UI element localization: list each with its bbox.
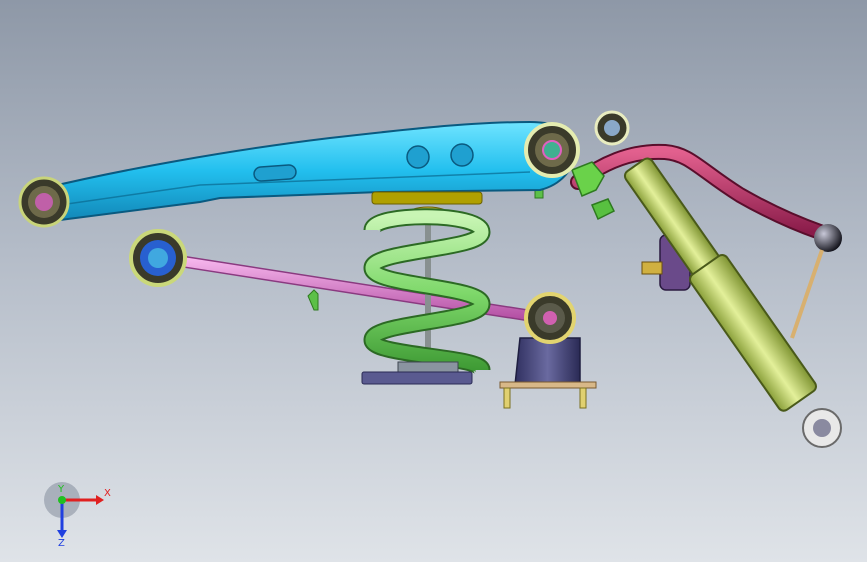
ball-joint <box>814 224 842 252</box>
upper-control-arm[interactable] <box>18 120 580 228</box>
arm-slot <box>253 164 297 182</box>
y-axis-label: Y <box>57 484 65 495</box>
shock-bottom-eye <box>802 408 842 448</box>
z-axis-label: Z <box>58 538 65 548</box>
axis-triad: X Y Z <box>44 482 111 548</box>
x-axis-label: X <box>104 488 111 499</box>
arm-bushing-front <box>18 176 70 228</box>
lateral-link-bushing-rear <box>524 292 576 344</box>
x-axis-arrowhead <box>96 495 104 505</box>
cad-viewport[interactable]: X Y Z <box>0 0 867 562</box>
arm-bushing-rear <box>524 122 580 178</box>
drop-link <box>790 249 824 339</box>
arm-hole <box>406 145 430 169</box>
z-axis-arrowhead <box>57 530 67 538</box>
lateral-link-bushing-front <box>129 229 187 287</box>
y-axis-dot <box>58 496 66 504</box>
spring-seat <box>361 371 473 385</box>
arm-hole <box>450 143 474 167</box>
suspension-assembly-model[interactable] <box>0 0 867 562</box>
shock-top-eye <box>594 110 630 146</box>
